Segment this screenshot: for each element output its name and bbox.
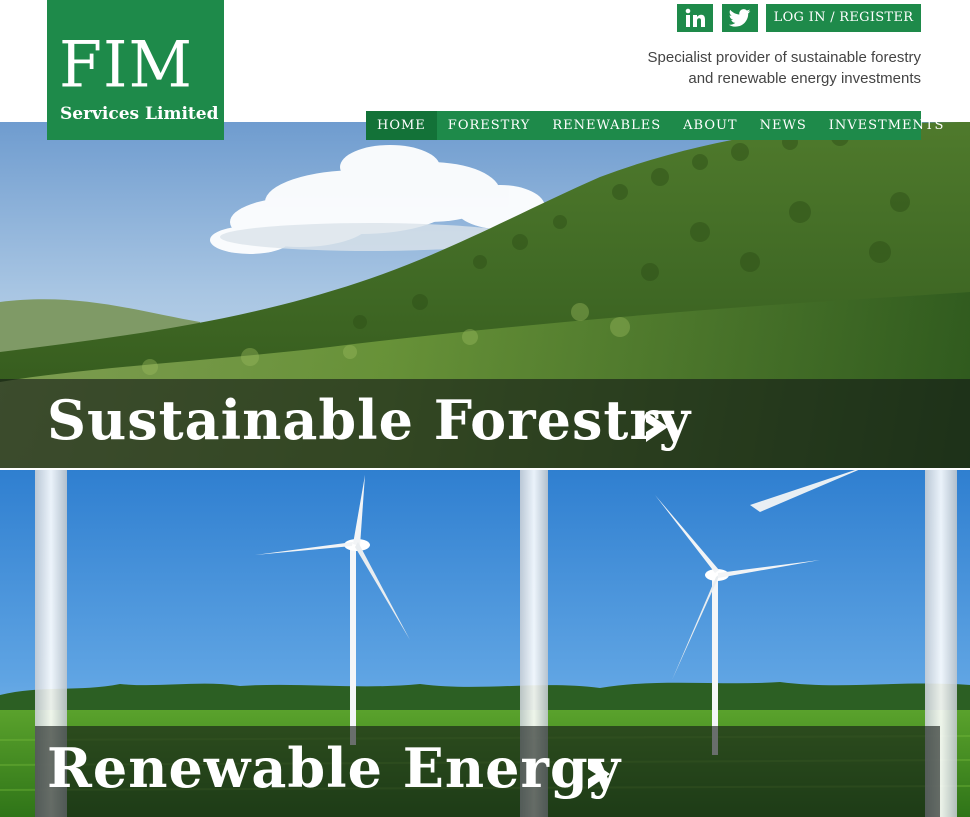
tagline-line-1: Specialist provider of sustainable fores… <box>647 49 921 66</box>
energy-banner-title: Renewable Energy <box>47 736 622 800</box>
site-tagline: Specialist provider of sustainable fores… <box>601 47 921 89</box>
linkedin-button[interactable] <box>677 4 713 32</box>
logo-subtitle: Services Limited <box>60 104 219 124</box>
linkedin-icon <box>685 8 705 27</box>
nav-item-forestry[interactable]: FORESTRY <box>437 111 542 140</box>
site-logo[interactable]: FIM Services Limited <box>47 0 224 140</box>
twitter-icon <box>729 9 751 27</box>
nav-item-home[interactable]: HOME <box>366 111 437 140</box>
renewable-energy-banner[interactable]: Renewable Energy <box>0 470 970 817</box>
twitter-button[interactable] <box>722 4 758 32</box>
nav-item-news[interactable]: NEWS <box>749 111 818 140</box>
sustainable-forestry-banner[interactable]: Sustainable Forestry <box>0 122 970 468</box>
nav-item-renewables[interactable]: RENEWABLES <box>541 111 672 140</box>
nav-item-about[interactable]: ABOUT <box>672 111 748 140</box>
forestry-banner-title: Sustainable Forestry <box>47 388 692 452</box>
nav-item-investments[interactable]: INVESTMENTS <box>818 111 956 140</box>
logo-wordmark: FIM <box>59 27 193 102</box>
chevron-right-icon <box>646 412 668 442</box>
tagline-line-2: and renewable energy investments <box>688 70 921 87</box>
login-register-button[interactable]: LOG IN / REGISTER <box>766 4 921 32</box>
main-navigation: HOME FORESTRY RENEWABLES ABOUT NEWS INVE… <box>366 111 943 140</box>
chevron-right-icon <box>588 759 610 789</box>
